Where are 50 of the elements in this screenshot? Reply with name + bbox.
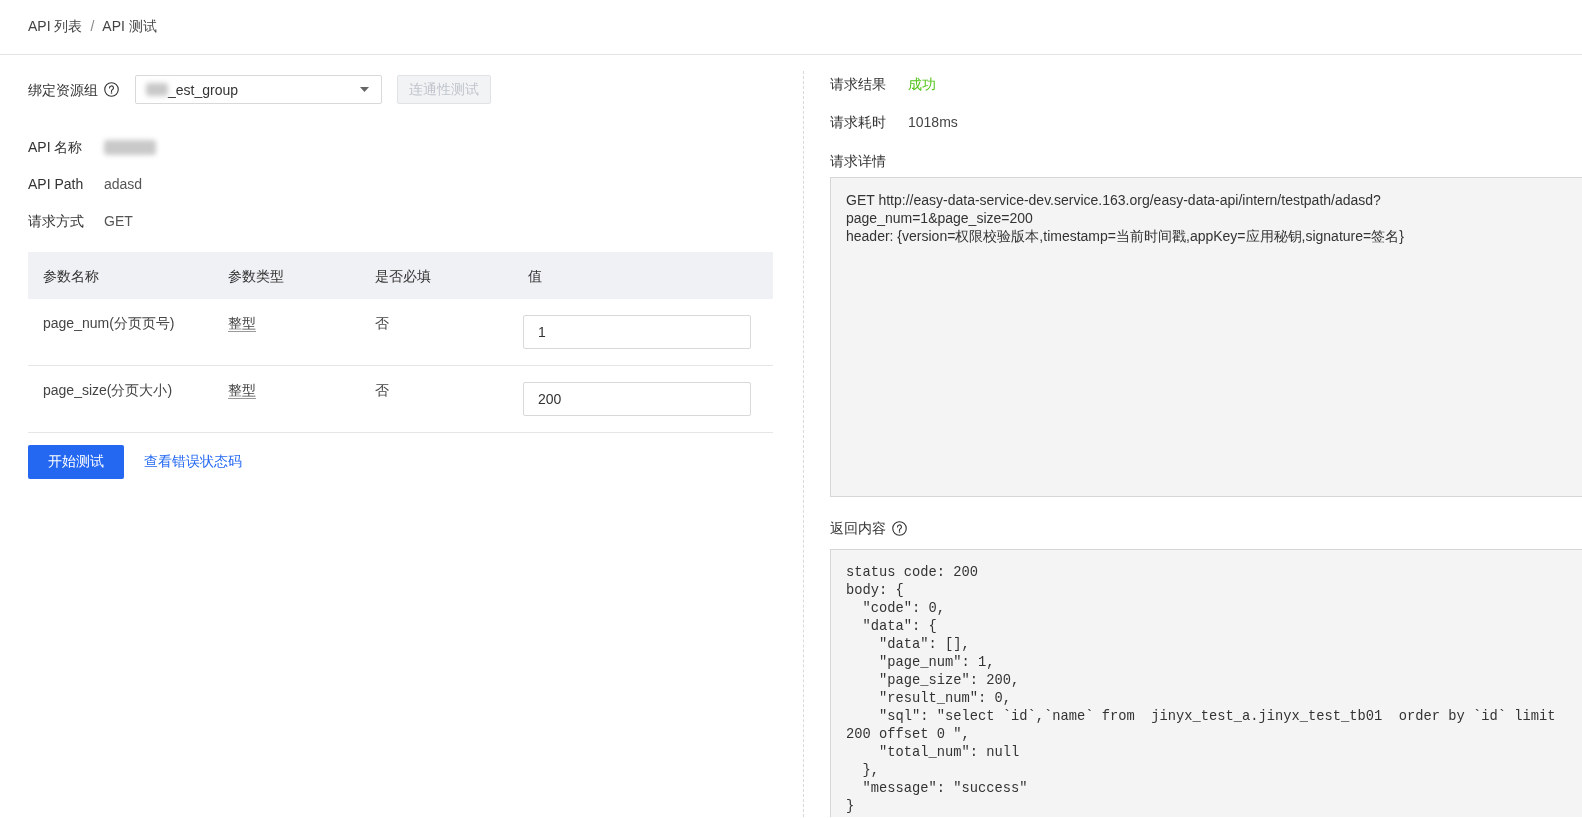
breadcrumb-item: API 测试	[102, 17, 157, 36]
request-line: GET http://easy-data-service-dev.service.163.org/easy-data-api/intern/testpath/adasd?	[846, 191, 1382, 209]
caret-icon	[360, 87, 369, 92]
table-cell-text: 整型	[227, 315, 257, 333]
field-value: GET	[104, 212, 133, 231]
code-line: "sql": "select `id`,`name` from jinyx_test_a.jinyx_test_tb01 order by `id` limit	[879, 709, 1556, 724]
code-line: body: {	[846, 583, 904, 598]
code-line: 200 offset 0 ",	[846, 727, 970, 742]
start-test-button[interactable]: 开始测试	[28, 445, 124, 479]
field-label: API Path	[28, 175, 85, 194]
field-label: API 名称	[28, 138, 84, 157]
request-line: header: {version=权限校验版本,timestamp=当前时间戳,appKey=应用秘钥,signature=签名}	[846, 227, 1405, 245]
field-value: 1018ms	[908, 113, 958, 132]
column-header: 参数名称	[42, 266, 100, 286]
code-line: "message": "success"	[862, 781, 1028, 796]
code-line: "page_size": 200,	[879, 673, 1020, 688]
table-cell-text: page_size(分页大小)	[42, 382, 174, 400]
table-cell-text: 整型	[227, 382, 257, 400]
section-label: 返回内容	[830, 519, 886, 538]
help-icon[interactable]	[104, 82, 119, 97]
code-line: },	[862, 763, 879, 778]
field-label: 请求方式	[28, 212, 85, 231]
code-line: "code": 0,	[862, 601, 945, 616]
column-header: 值	[527, 266, 543, 286]
table-cell-text: page_num(分页页号)	[42, 315, 176, 333]
field-label: 请求结果	[830, 75, 887, 94]
value-input[interactable]: 200	[523, 382, 751, 416]
error-codes-link[interactable]: 查看错误状态码	[144, 453, 242, 471]
code-line: "result_num": 0,	[879, 691, 1012, 706]
help-icon[interactable]	[892, 520, 907, 536]
section-label: 请求详情	[830, 152, 886, 171]
code-line: "total_num": null	[879, 745, 1020, 760]
code-line: "data": [],	[879, 637, 970, 652]
request-line: page_num=1&page_size=200	[846, 209, 1034, 227]
column-header: 参数类型	[227, 266, 285, 286]
code-line: "page_num": 1,	[879, 655, 995, 670]
field-label: 请求耗时	[830, 113, 887, 132]
code-line: }	[846, 799, 855, 814]
value-input[interactable]: 1	[523, 315, 751, 349]
table-cell-text: 否	[374, 382, 390, 400]
field-value: adasd	[104, 175, 143, 194]
breadcrumb-item[interactable]: API 列表	[28, 16, 83, 36]
status-text: 成功	[908, 75, 936, 94]
table-cell-text: 否	[374, 315, 390, 333]
resource-group-select[interactable]: _est_group	[135, 75, 382, 104]
code-line: "data": {	[862, 619, 937, 634]
code-line: status code: 200	[846, 565, 979, 580]
field-label: 绑定资源组	[28, 80, 98, 100]
column-header: 是否必填	[374, 266, 432, 286]
breadcrumb-separator: /	[90, 17, 95, 36]
